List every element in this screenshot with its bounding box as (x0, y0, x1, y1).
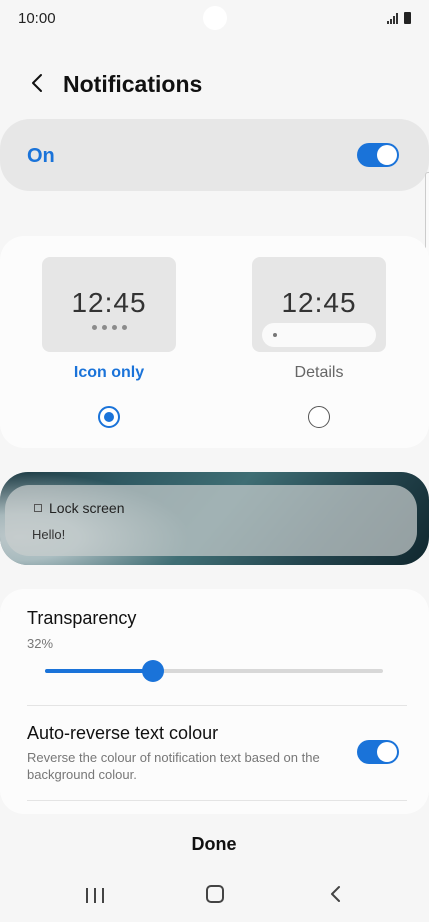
signal-icon (387, 13, 398, 24)
back-icon[interactable] (328, 884, 344, 904)
navigation-bar (0, 870, 429, 922)
option-label-icon-only[interactable]: Icon only (42, 364, 176, 382)
battery-icon (404, 12, 411, 24)
icon-only-preview[interactable]: 12:45 (42, 257, 176, 352)
divider (27, 705, 407, 706)
app-icon (34, 504, 42, 512)
status-bar: 10:00 (0, 0, 429, 38)
camera-cutout (203, 6, 227, 30)
status-icons (387, 12, 411, 24)
status-time: 10:00 (18, 10, 56, 27)
recents-icon[interactable] (86, 888, 104, 903)
preview-notification-body: Hello! (32, 527, 66, 542)
auto-reverse-toggle[interactable] (357, 740, 399, 764)
header: Notifications (0, 62, 429, 108)
auto-reverse-description: Reverse the colour of notification text … (27, 750, 320, 782)
auto-reverse-label[interactable]: Auto-reverse text colour (27, 723, 218, 744)
slider-thumb[interactable] (142, 660, 164, 682)
preview-notification-title: Lock screen (49, 500, 125, 516)
done-button[interactable]: Done (164, 829, 264, 859)
preview-notification (5, 485, 417, 556)
slider-fill (45, 669, 153, 673)
preview-clock: 12:45 (281, 287, 357, 318)
radio-details[interactable] (308, 406, 330, 428)
preview-dots (42, 325, 176, 330)
page-title: Notifications (63, 71, 203, 97)
details-preview[interactable]: 12:45 (252, 257, 386, 352)
option-label-details[interactable]: Details (252, 364, 386, 382)
chevron-left-icon[interactable] (24, 68, 54, 98)
radio-icon-only[interactable] (98, 406, 120, 428)
preview-clock: 12:45 (71, 287, 147, 318)
transparency-label: Transparency (27, 608, 137, 628)
divider (27, 800, 407, 801)
transparency-slider[interactable] (45, 669, 383, 673)
home-icon[interactable] (206, 885, 224, 903)
master-toggle[interactable] (357, 143, 399, 167)
toggle-knob (377, 742, 397, 762)
toggle-knob (377, 145, 397, 165)
preview-notification-pill (262, 323, 376, 347)
transparency-value: 32% (27, 636, 54, 651)
lock-screen-preview (0, 472, 429, 565)
master-switch-label: On (27, 145, 55, 167)
